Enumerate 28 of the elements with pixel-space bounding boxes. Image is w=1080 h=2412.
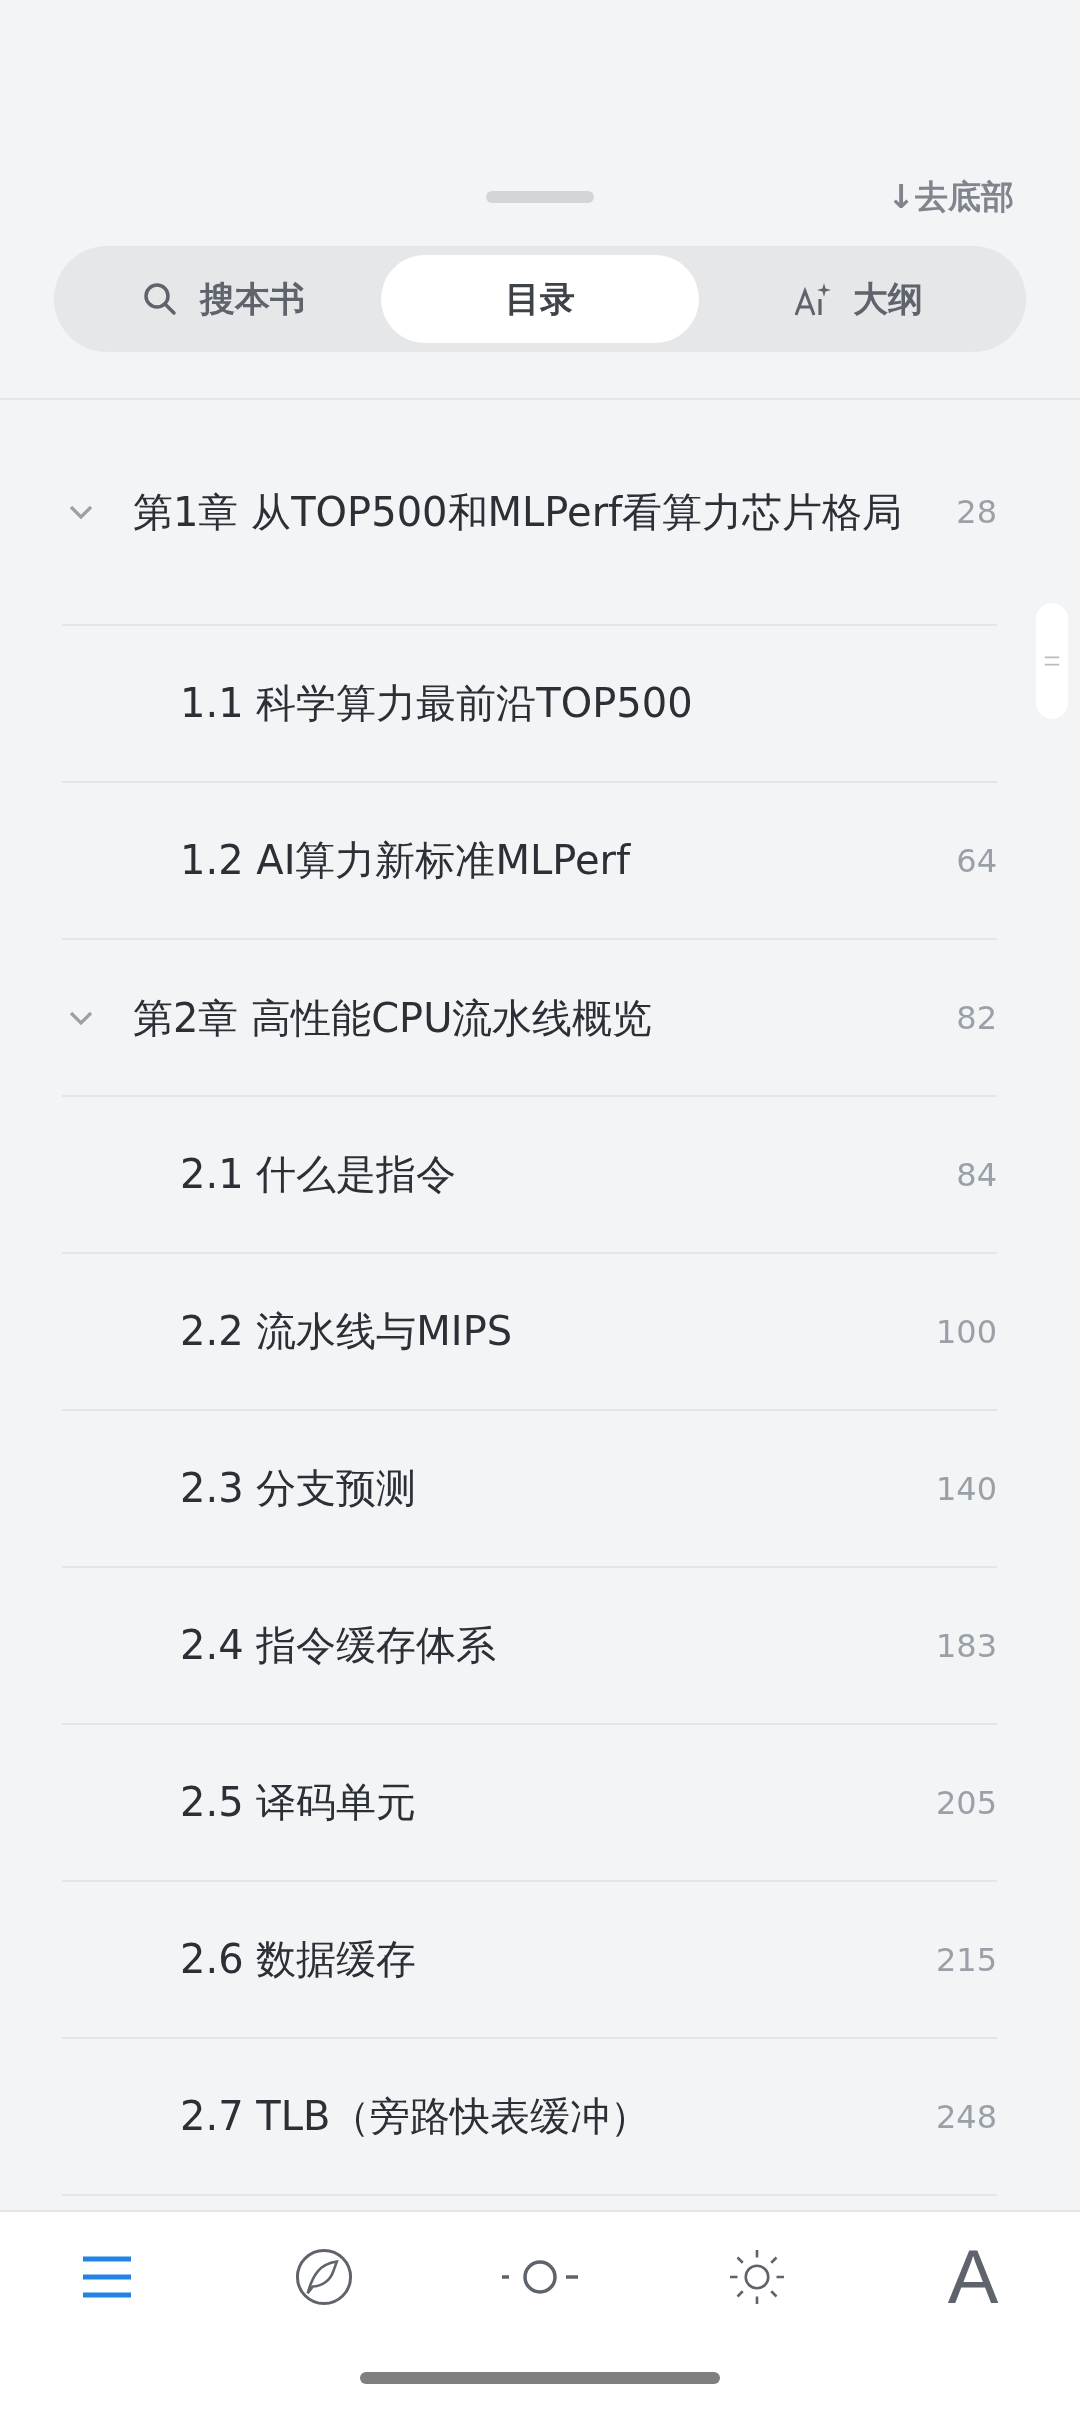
page-number: 28 [956,493,997,531]
chapter-title[interactable]: 第1章 从TOP500和MLPerf看算力芯片格局 [133,481,957,543]
section-title[interactable]: 2.2 流水线与MIPS [62,1304,936,1359]
page-number: 84 [956,1155,997,1194]
page-number: 64 [956,841,997,880]
tab[interactable]: 大纲 [699,255,1017,343]
page-number: 82 [956,998,997,1037]
section-title[interactable]: 1.2 AI算力新标准MLPerf [62,833,957,888]
page-number: 100 [935,1312,997,1351]
page-number: 215 [935,1940,997,1979]
page-number: 205 [935,1783,997,1822]
drag-handle[interactable] [486,191,594,203]
section-title[interactable]: 2.3 分支预测 [62,1461,936,1516]
scroll-thumb[interactable] [1036,603,1068,719]
tab[interactable]: 目录 [381,255,699,343]
section-title[interactable]: 2.5 译码单元 [62,1775,936,1830]
page-number: 183 [935,1626,997,1665]
section-title[interactable]: 2.1 什么是指令 [62,1147,957,1202]
page-number: 248 [935,2097,997,2136]
section-title[interactable]: 2.7 TLB（旁路快表缓冲） [62,2089,936,2144]
section-title[interactable]: 1.1 科学算力最前沿TOP500 [62,676,997,731]
tab[interactable]: 搜本书 [63,255,381,343]
chapter-title[interactable]: 第2章 高性能CPU流水线概览 [133,986,957,1049]
section-title[interactable]: 2.4 指令缓存体系 [62,1618,936,1673]
compass-icon[interactable] [293,2247,354,2307]
section-title[interactable]: 2.6 数据缓存 [62,1932,936,1987]
page-number: 140 [935,1469,997,1508]
font-size-button[interactable]: A [947,2239,999,2315]
